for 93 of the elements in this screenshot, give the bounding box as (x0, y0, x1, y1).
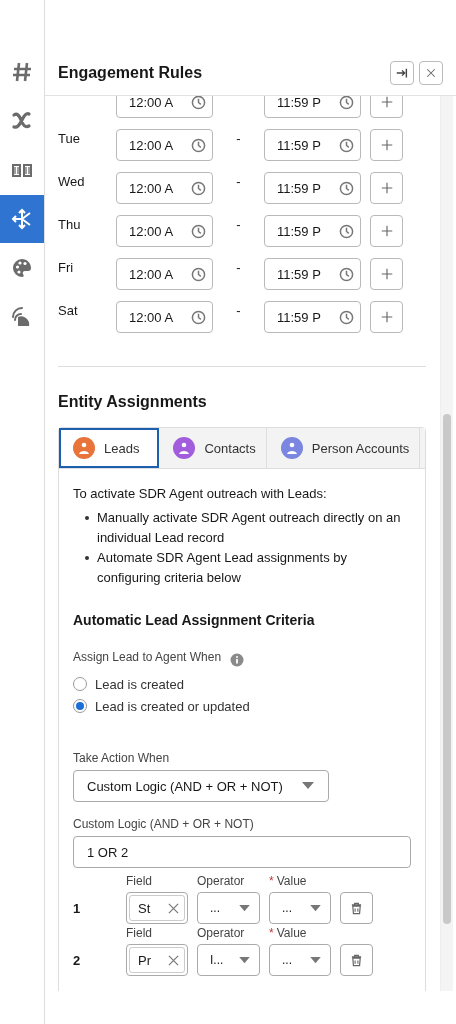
clock-icon (339, 309, 354, 325)
delete-button[interactable] (340, 892, 373, 924)
caret-icon (310, 956, 321, 964)
field-label: * Value (269, 926, 308, 941)
clock-icon (191, 137, 206, 153)
day-label: Fri (58, 260, 74, 275)
input-field[interactable]: 1 OR 2 (73, 836, 411, 868)
field-label: Field (126, 926, 153, 941)
time-field[interactable]: 12:00 A (116, 301, 213, 333)
plus-icon (379, 224, 394, 238)
plus-icon (379, 267, 394, 281)
field-pill[interactable]: Pr (126, 944, 188, 976)
caret-icon (239, 904, 250, 912)
clock-icon (339, 223, 354, 239)
remove-icon[interactable] (168, 902, 179, 914)
panel-title: Engagement Rules (58, 63, 203, 82)
dropdown[interactable]: ... (197, 892, 260, 924)
time-field[interactable]: 12:00 A (116, 215, 213, 247)
radio-label: Lead is created (95, 676, 184, 692)
field-label: Field (126, 874, 153, 889)
required-mark: * (269, 926, 274, 941)
plus-icon (379, 138, 394, 152)
row-number: 1 (73, 900, 82, 916)
field-pill[interactable]: St (126, 892, 188, 924)
day-label: Sat (58, 303, 78, 318)
time-field[interactable]: 11:59 P (264, 301, 361, 333)
remove-icon[interactable] (168, 954, 179, 966)
clock-icon (191, 180, 206, 196)
time-field[interactable]: 11:59 P (264, 258, 361, 290)
plus-icon (379, 310, 394, 324)
section-heading: Entity Assignments (58, 393, 208, 411)
plus-icon (379, 181, 394, 195)
time-field[interactable]: 11:59 P (264, 215, 361, 247)
radio-option[interactable]: Lead is created (73, 673, 411, 695)
time-field[interactable]: 11:59 P (264, 129, 361, 161)
clock-icon (191, 266, 206, 282)
clock-icon (339, 180, 354, 196)
field-label: Custom Logic (AND + OR + NOT) (73, 817, 255, 831)
time-field[interactable]: 12:00 A (116, 258, 213, 290)
dropdown[interactable]: ... (269, 892, 331, 924)
clock-icon (339, 137, 354, 153)
sidebar-item[interactable] (0, 195, 44, 243)
clock-icon (191, 96, 206, 110)
range-dash: - (236, 303, 241, 318)
range-dash: - (236, 174, 241, 189)
range-dash: - (236, 131, 241, 146)
info-icon[interactable] (230, 652, 245, 667)
clock-icon (339, 266, 354, 282)
range-dash: - (236, 217, 241, 232)
field-label: Operator (197, 926, 246, 941)
palette-icon (10, 256, 34, 280)
required-mark: * (269, 874, 274, 889)
field-label: Operator (197, 874, 246, 889)
delete-button[interactable] (340, 944, 373, 976)
bullet-text: Automate SDR Agent Lead assignments by configuring criteria below (97, 549, 349, 587)
day-label: Thu (58, 217, 81, 232)
caret-icon (310, 904, 321, 912)
radio-option[interactable]: Lead is created or updated (73, 695, 411, 717)
bullet-icon (85, 516, 89, 520)
dropdown[interactable]: Custom Logic (AND + OR + NOT) (73, 770, 329, 802)
trash-icon (350, 901, 363, 915)
time-field[interactable]: 12:00 A (116, 172, 213, 204)
field-label: * Value (269, 874, 308, 889)
field-label: Take Action When (73, 751, 171, 765)
day-label: Tue (58, 131, 80, 146)
close-icon (425, 66, 437, 79)
tab[interactable]: Leads (59, 428, 160, 468)
dropdown[interactable]: ... (269, 944, 331, 976)
caret-icon (239, 956, 250, 964)
day-label: Wed (58, 174, 85, 189)
time-field[interactable]: 11:59 P (264, 172, 361, 204)
radio-label: Lead is created or updated (95, 698, 250, 714)
close-button[interactable] (419, 60, 443, 85)
range-dash: - (236, 260, 241, 275)
scrollbar[interactable] (440, 96, 453, 991)
time-field[interactable]: 12:00 A (116, 96, 213, 118)
field-label: Assign Lead to Agent When (73, 650, 222, 664)
hash-icon (10, 60, 34, 84)
bullet-text: Manually activate SDR Agent outreach directly on an individual Lead record (97, 509, 402, 547)
clock-icon (191, 309, 206, 325)
row-number: 2 (73, 952, 82, 968)
trash-icon (350, 953, 363, 967)
clock-icon (191, 223, 206, 239)
dock-button[interactable] (390, 60, 414, 85)
caret-icon (302, 782, 314, 790)
dropdown[interactable]: I... (197, 944, 260, 976)
bullet-icon (85, 556, 89, 560)
clock-icon (339, 96, 354, 110)
time-field[interactable]: 12:00 A (116, 129, 213, 161)
intro-text: To activate SDR Agent outreach with Leads: (73, 485, 328, 503)
time-field[interactable]: 11:59 P (264, 96, 361, 118)
criteria-heading: Automatic Lead Assignment Criteria (73, 612, 316, 628)
plus-icon (379, 96, 394, 109)
